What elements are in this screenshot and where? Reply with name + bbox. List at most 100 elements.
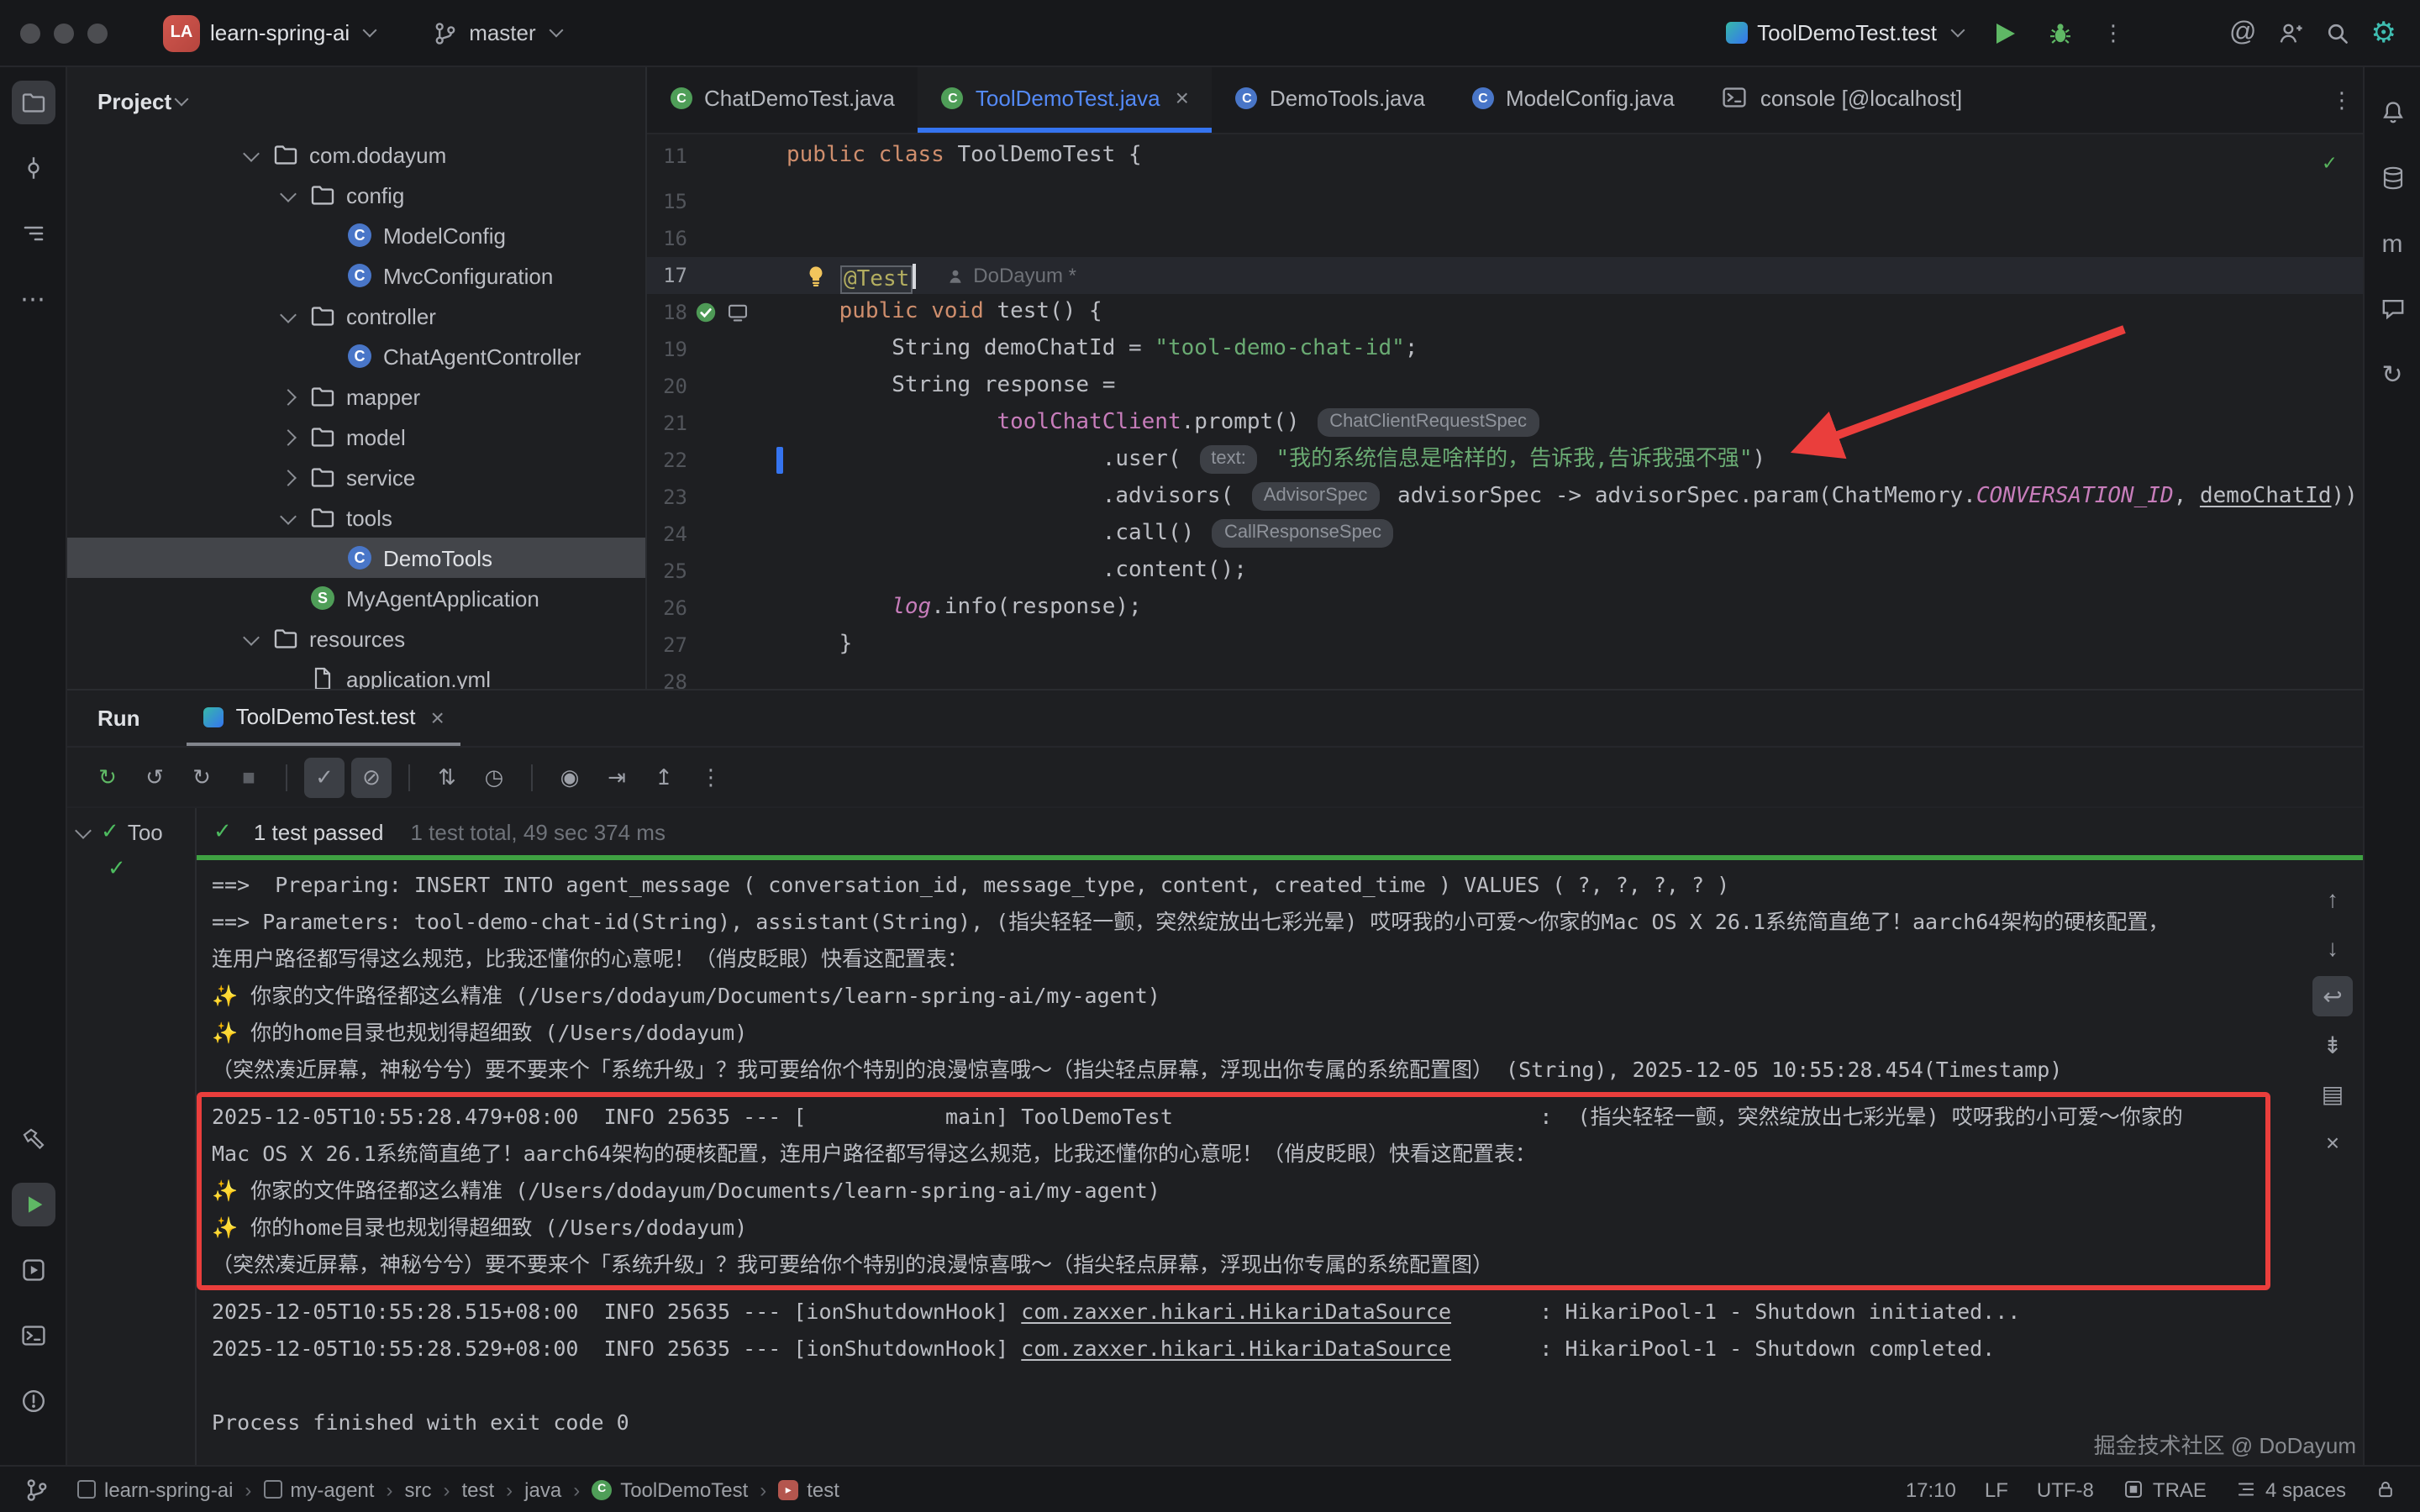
tree-item-chatagentcontroller[interactable]: CChatAgentController [67,336,645,376]
settings-gear-icon[interactable]: ⚙ [2371,18,2397,47]
tree-item-config[interactable]: config [67,175,645,215]
tree-item-myagentapplication[interactable]: SMyAgentApplication [67,578,645,618]
more-options-button[interactable]: ⋮ [691,757,731,797]
code-line-23[interactable]: 23 .advisors( AdvisorSpec advisorSpec ->… [647,479,2363,516]
print-button[interactable]: ▤ [2312,1074,2353,1114]
rerun-tests-button[interactable]: ↻ [87,757,128,797]
editor-tab-demotools-java[interactable]: CDemoTools.java [1213,67,1449,133]
code-line-17[interactable]: 17@TestDoDayum * [647,257,2363,294]
close-window-button[interactable] [20,23,40,43]
project-selector[interactable]: LA learn-spring-ai [151,8,387,58]
scroll-up-button[interactable]: ↑ [2312,879,2353,919]
intention-bulb-icon[interactable] [803,263,829,288]
chevron-right-icon[interactable] [280,469,297,486]
indentation-widget[interactable]: 4 spaces [2235,1478,2346,1501]
commit-tool-button[interactable] [11,146,55,190]
run-tool-button[interactable] [11,1183,55,1226]
code-line-11[interactable]: 11public class ToolDemoTest { [647,138,2363,175]
rerun-failed-tests-button[interactable]: ↺ [134,757,175,797]
code-line-16[interactable]: 16 [647,220,2363,257]
branch-selector[interactable]: master [420,13,572,53]
reload-tool-button[interactable]: ↻ [2370,353,2414,396]
zoom-window-button[interactable] [87,23,108,43]
project-tool-button[interactable] [11,81,55,124]
run-context-icon[interactable] [726,301,750,324]
maven-tool-button[interactable]: m [2370,222,2414,265]
code-line-18[interactable]: 18 public void test() { [647,294,2363,331]
close-tab-icon[interactable]: × [1176,84,1189,111]
chevron-down-icon[interactable] [243,144,260,161]
breadcrumb-src[interactable]: src [404,1478,431,1501]
tab-options-button[interactable]: ⋮ [2331,89,2353,111]
run-console[interactable]: ==> Preparing: INSERT INTO agent_message… [197,860,2363,1465]
chevron-down-icon[interactable] [280,306,297,323]
tree-item-resources[interactable]: resources [67,618,645,659]
test-tree-row[interactable]: ✓Too [67,813,195,850]
test-passed-gutter-icon[interactable] [694,301,718,324]
minimize-window-button[interactable] [54,23,74,43]
tree-item-demotools[interactable]: CDemoTools [67,538,645,578]
code-line-20[interactable]: 20 String response = [647,368,2363,405]
problems-tool-button[interactable] [11,1379,55,1423]
code-line-19[interactable]: 19 String demoChatId = "tool-demo-chat-i… [647,331,2363,368]
chevron-down-icon[interactable] [243,628,260,645]
debug-button[interactable] [2038,11,2081,55]
soft-wrap-button[interactable]: ↩ [2312,976,2353,1016]
sort-by-duration-button[interactable]: ◷ [474,757,514,797]
test-tree-row[interactable]: ✓ [67,850,195,887]
console-link[interactable]: com.zaxxer.hikari.HikariDataSource [1021,1299,1451,1324]
more-run-actions-button[interactable]: ⋮ [2091,11,2135,55]
run-configuration-selector[interactable]: ToolDemoTest.test [1713,13,1974,52]
project-panel-header[interactable]: Project [67,67,645,134]
editor-tab-modelconfig-java[interactable]: CModelConfig.java [1449,67,1698,133]
export-results-button[interactable]: ↥ [644,757,684,797]
more-tool-windows-button[interactable]: ⋯ [11,277,55,321]
code-line-24[interactable]: 24 .call() CallResponseSpec [647,516,2363,553]
screenshot-button[interactable]: ◉ [550,757,590,797]
tree-item-mvcconfiguration[interactable]: CMvcConfiguration [67,255,645,296]
breadcrumb-tooldemotest[interactable]: CToolDemoTest [592,1478,748,1501]
chevron-down-icon[interactable] [280,185,297,202]
code-line-27[interactable]: 27 } [647,627,2363,664]
editor-tab-chatdemotest-java[interactable]: CChatDemoTest.java [647,67,918,133]
readonly-toggle[interactable] [2375,1478,2396,1500]
console-link[interactable]: com.zaxxer.hikari.HikariDataSource [1021,1336,1451,1361]
code-line-26[interactable]: 26 log.info(response); [647,590,2363,627]
code-line-21[interactable]: 21 toolChatClient.prompt() ChatClientReq… [647,405,2363,442]
ai-assistant-icon[interactable]: @ [2229,19,2257,46]
scroll-down-button[interactable]: ↓ [2312,927,2353,968]
comments-tool-button[interactable] [2370,287,2414,331]
code-with-me-icon[interactable] [2277,19,2304,46]
code-line-28[interactable]: 28 [647,664,2363,689]
chevron-right-icon[interactable] [280,388,297,405]
run-button[interactable] [1984,11,2028,55]
breadcrumb-my-agent[interactable]: my-agent [263,1478,374,1501]
tree-item-mapper[interactable]: mapper [67,376,645,417]
trae-widget[interactable]: TRAE [2123,1478,2207,1501]
toggle-auto-test-button[interactable]: ↻ [182,757,222,797]
version-control-icon[interactable] [24,1476,50,1503]
stop-button[interactable]: ■ [229,757,269,797]
structure-tool-button[interactable] [11,212,55,255]
search-everywhere-icon[interactable] [2324,19,2351,46]
tree-item-tools[interactable]: tools [67,497,645,538]
tree-item-application-yml[interactable]: application.yml [67,659,645,689]
editor-tab-console-localhost[interactable]: console [@localhost] [1698,67,1986,133]
tree-item-model[interactable]: model [67,417,645,457]
notifications-button[interactable] [2370,91,2414,134]
inspections-ok-icon[interactable]: ✓ [2323,151,2336,176]
services-tool-button[interactable] [11,1248,55,1292]
breadcrumb-java[interactable]: java [524,1478,561,1501]
tree-item-modelconfig[interactable]: CModelConfig [67,215,645,255]
import-tests-button[interactable]: ⇥ [597,757,637,797]
code-line-15[interactable]: 15 [647,183,2363,220]
breadcrumb-test[interactable]: test [461,1478,494,1501]
database-tool-button[interactable] [2370,156,2414,200]
caret-position[interactable]: 17:10 [1906,1478,1956,1501]
scroll-to-end-button[interactable]: ⇟ [2312,1025,2353,1065]
code-editor[interactable]: 11public class ToolDemoTest { 151617@Test… [647,134,2363,689]
close-run-tab-button[interactable]: × [430,703,444,730]
chevron-down-icon[interactable] [280,507,297,524]
clear-console-button[interactable]: × [2312,1122,2353,1163]
chevron-down-icon[interactable] [75,822,92,838]
